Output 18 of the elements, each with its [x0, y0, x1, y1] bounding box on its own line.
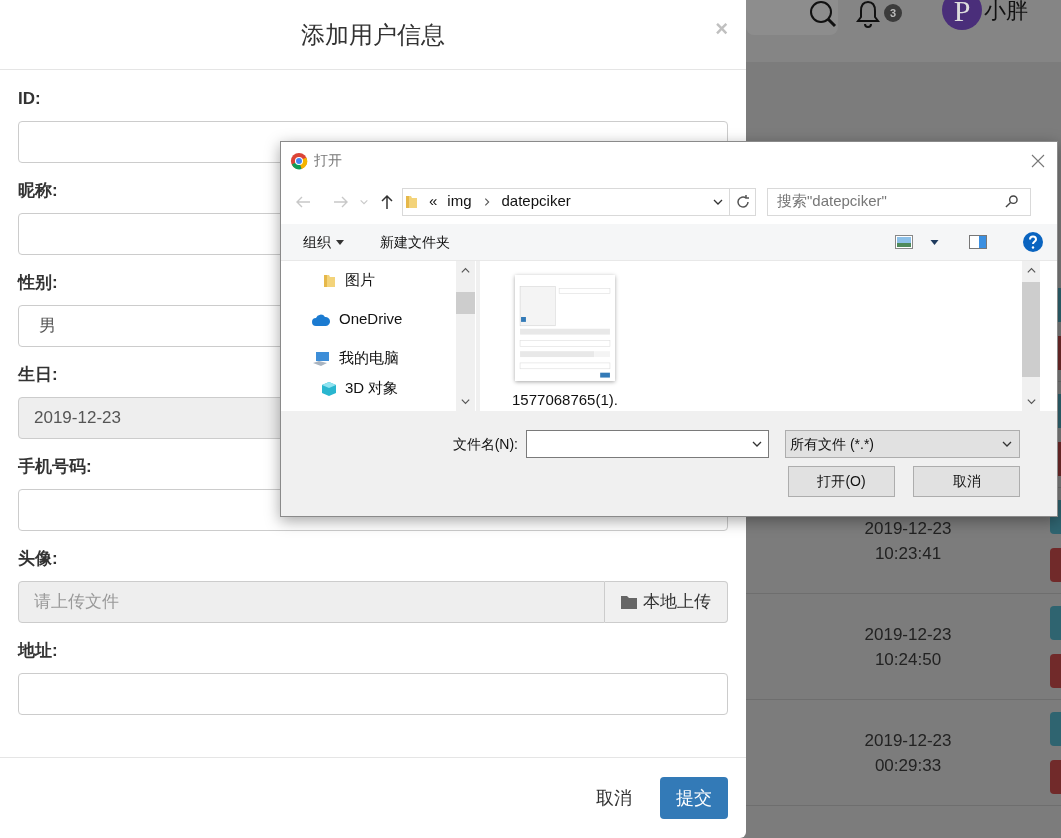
filename-label: 文件名(N): [452, 434, 518, 454]
field-label: 生日: [18, 364, 58, 386]
table-cell-text: 10:23:41 [874, 542, 942, 565]
table-cell-text: 2019-12-23 [864, 729, 952, 752]
field-label: 地址: [18, 640, 58, 662]
dialog-title: 打开 [314, 151, 343, 170]
notification-badge: 3 [884, 4, 903, 22]
field-label: ID: [18, 88, 41, 110]
table-cell-text: 10:24:50 [874, 648, 942, 671]
field-label: 手机号码: [18, 456, 92, 478]
field-label: 昵称: [18, 180, 58, 202]
modal-title: 添加用户信息 [301, 19, 445, 50]
table-cell-text: 2019-12-23 [864, 517, 952, 540]
field-label: 性别: [18, 272, 58, 294]
field-label: 头像: [18, 548, 58, 570]
search-placeholder: 搜索"datepciker" [777, 191, 888, 212]
table-cell-text: 2019-12-23 [864, 623, 952, 646]
table-cell-text: 00:29:33 [874, 754, 942, 777]
